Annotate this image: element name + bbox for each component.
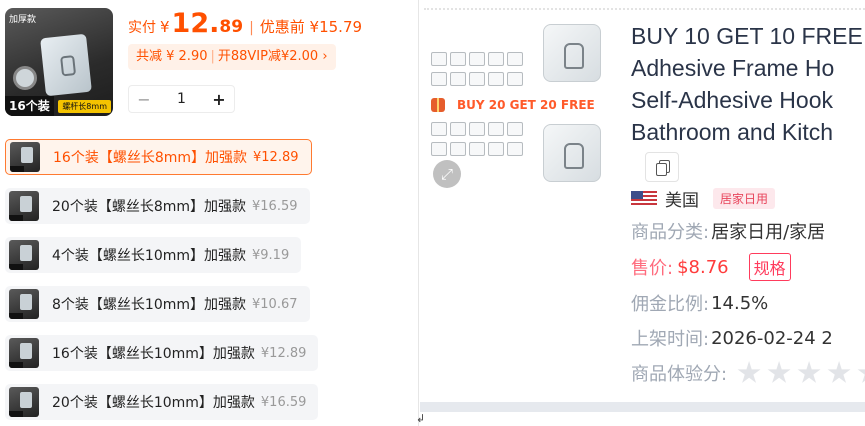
sku-option[interactable]: 16个装【螺丝长10mm】加强款 ¥12.89: [5, 335, 319, 371]
sku-option-price: ¥16.59: [252, 198, 298, 214]
commission-row: 佣金比例: 14.5%: [631, 290, 768, 316]
origin-row: 美国 居家日用: [631, 186, 776, 211]
currency-symbol: ¥: [160, 18, 170, 36]
original-price: 优惠前 ¥15.79: [259, 18, 363, 36]
buy-promo-banner: BUY 20 GET 20 FREE: [431, 98, 595, 112]
product-title: BUY 10 GET 10 FREE Adhesive Frame Ho Sel…: [631, 20, 865, 148]
product-thumbnail[interactable]: 加厚款 16个装 螺杆长8mm: [5, 8, 113, 116]
star-icon: [797, 361, 821, 383]
hook-image: [13, 66, 37, 90]
commission-value: 14.5%: [711, 292, 769, 314]
panel-divider: [418, 0, 419, 426]
product-title-line: Adhesive Frame Ho: [631, 55, 835, 81]
product-title-line: Self-Adhesive Hook: [631, 87, 833, 113]
listed-time-label: 上架时间:: [631, 329, 710, 350]
text-cursor-icon: ↲: [416, 412, 426, 425]
quantity-decrease-button[interactable]: −: [129, 90, 159, 109]
sku-option-price: ¥16.59: [260, 394, 307, 410]
commission-label: 佣金比例:: [631, 294, 710, 315]
sku-thumbnail: [9, 240, 39, 270]
sku-option-price: ¥9.19: [252, 247, 290, 263]
final-price-decimal: 89: [219, 17, 244, 37]
quantity-stepper: − 1 +: [128, 85, 235, 113]
sku-option-name: 16个装【螺丝长8mm】加强款: [53, 150, 247, 166]
promo-vip-link[interactable]: 开88VIP减¥2.00 ›: [218, 49, 328, 64]
sku-thumbnail: [9, 338, 39, 368]
category-label: 商品分类:: [631, 222, 710, 243]
adhesive-plate-image: [40, 33, 92, 97]
sku-option[interactable]: 8个装【螺丝长10mm】加强款 ¥10.67: [5, 286, 310, 322]
sku-option-name: 16个装【螺丝长10mm】加强款: [52, 346, 255, 362]
sku-thumbnail: [9, 289, 39, 319]
product-main-image[interactable]: BUY 20 GET 20 FREE ⤢: [425, 18, 615, 190]
price-value: $8.76: [677, 256, 729, 278]
hook-grid-bottom: [431, 122, 523, 156]
sku-option-price: ¥12.89: [253, 149, 299, 165]
category-tag: 居家日用: [713, 188, 776, 209]
expand-icon[interactable]: ⤢: [433, 160, 461, 188]
listed-time-row: 上架时间: 2026-02-24 2: [631, 325, 833, 351]
sku-option-name: 20个装【螺丝长8mm】加强款: [52, 199, 246, 215]
sku-option-name: 20个装【螺丝长10mm】加强款: [52, 395, 255, 411]
promo-separator: |: [210, 49, 215, 64]
gift-icon: [431, 98, 445, 112]
final-price-integer: 12.: [171, 8, 220, 39]
final-price-row: 实付 ¥ 12. 89 | 优惠前 ¥15.79: [128, 8, 362, 39]
sku-option-name: 4个装【螺丝长10mm】加强款: [52, 248, 246, 264]
bottom-bar: [420, 402, 865, 412]
price-separator: |: [249, 20, 254, 36]
hook-grid-top: [431, 52, 523, 86]
sku-option-name: 8个装【螺丝长10mm】加强款: [52, 297, 246, 313]
sku-option-price: ¥12.89: [260, 345, 307, 361]
star-icon: [857, 361, 865, 383]
experience-score-row: 商品体验分:: [631, 360, 865, 386]
price-label: 售价:: [631, 258, 674, 279]
sku-thumbnail: [10, 142, 40, 172]
adhesive-plate-image: [543, 24, 601, 82]
sku-thumbnail: [9, 387, 39, 417]
category-row: 商品分类: 居家日用/家居: [631, 218, 825, 244]
quantity-increase-button[interactable]: +: [204, 90, 234, 109]
thumbnail-top-badge: 加厚款: [9, 15, 37, 25]
experience-stars: [737, 361, 865, 385]
category-value: 居家日用/家居: [711, 222, 826, 243]
star-icon: [827, 361, 851, 383]
promo-discount: 共减 ¥ 2.90: [136, 49, 208, 64]
origin-country: 美国: [665, 191, 699, 211]
quantity-input[interactable]: 1: [159, 91, 204, 107]
listed-time-value: 2026-02-24 2: [711, 327, 833, 349]
product-title-line: BUY 10 GET 10 FREE: [631, 23, 863, 49]
price-row: 售价: $8.76 规格: [631, 253, 791, 281]
adhesive-plate-image: [543, 124, 601, 182]
sku-option[interactable]: 4个装【螺丝长10mm】加强款 ¥9.19: [5, 237, 302, 273]
star-icon: [767, 361, 791, 383]
thumbnail-screw-badge: 螺杆长8mm: [58, 100, 111, 113]
product-title-line: Bathroom and Kitch: [631, 119, 834, 145]
promo-badge[interactable]: 共减 ¥ 2.90 | 开88VIP减¥2.00 ›: [128, 44, 336, 70]
star-icon: [737, 361, 761, 383]
sku-option[interactable]: 20个装【螺丝长8mm】加强款 ¥16.59: [5, 188, 310, 224]
experience-score-label: 商品体验分:: [631, 364, 728, 385]
sku-option-price: ¥10.67: [252, 296, 298, 312]
sku-option[interactable]: 20个装【螺丝长10mm】加强款 ¥16.59: [5, 384, 319, 420]
sku-thumbnail: [9, 191, 39, 221]
final-price-label: 实付: [128, 20, 156, 36]
us-flag-icon: [631, 191, 657, 206]
buy-promo-text: BUY 20 GET 20 FREE: [457, 98, 595, 112]
spec-button[interactable]: 规格: [748, 253, 791, 281]
sku-option[interactable]: 16个装【螺丝长8mm】加强款 ¥12.89: [5, 139, 312, 175]
thumbnail-count-badge: 16个装: [5, 96, 54, 116]
sku-selector-panel: 加厚款 16个装 螺杆长8mm 实付 ¥ 12. 89 | 优惠前 ¥15.79…: [0, 0, 418, 426]
copy-icon[interactable]: [645, 152, 679, 182]
top-dotted-border: [424, 0, 865, 10]
